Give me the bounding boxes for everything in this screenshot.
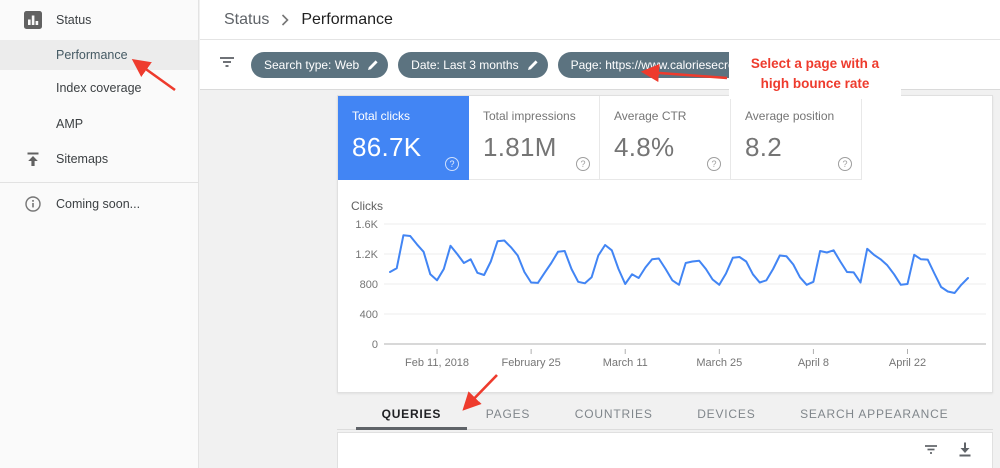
svg-text:April 8: April 8 bbox=[798, 357, 829, 369]
clicks-chart-svg: 0 400 800 1.2K 1.6K Clicks Feb 11, 2018 Februar… bbox=[338, 180, 992, 394]
filter-rows-icon[interactable] bbox=[922, 440, 940, 463]
svg-text:March 25: March 25 bbox=[696, 357, 742, 369]
download-icon[interactable] bbox=[956, 440, 974, 463]
tab-queries[interactable]: QUERIES bbox=[382, 398, 442, 429]
metric-tile-total-clicks[interactable]: Total clicks 86.7K bbox=[338, 96, 469, 180]
sidebar-item-index-coverage[interactable]: Index coverage bbox=[0, 70, 198, 106]
breadcrumb-status-link[interactable]: Status bbox=[224, 11, 269, 29]
metric-label: Total impressions bbox=[483, 109, 599, 123]
help-icon[interactable] bbox=[576, 157, 590, 171]
sidebar-item-label: Status bbox=[56, 13, 91, 27]
filter-list-icon[interactable] bbox=[217, 52, 237, 77]
edit-pencil-icon[interactable] bbox=[527, 59, 539, 71]
svg-text:April 22: April 22 bbox=[889, 357, 926, 369]
svg-text:800: 800 bbox=[360, 279, 378, 291]
svg-text:February 25: February 25 bbox=[501, 357, 560, 369]
help-icon[interactable] bbox=[707, 157, 721, 171]
chip-label: Search type: Web bbox=[264, 58, 359, 72]
metric-tiles: Total clicks 86.7K Total impressions 1.8… bbox=[338, 96, 992, 180]
tab-pages[interactable]: PAGES bbox=[486, 398, 530, 429]
annotation-note: Select a page with a high bounce rate bbox=[729, 50, 901, 99]
sidebar-item-label: Performance bbox=[56, 48, 128, 62]
content-area: Total clicks 86.7K Total impressions 1.8… bbox=[200, 91, 1000, 468]
sidebar-item-amp[interactable]: AMP bbox=[0, 106, 198, 142]
sidebar-item-label: Coming soon... bbox=[56, 197, 140, 211]
clicks-line-chart: 0 400 800 1.2K 1.6K Clicks Feb 11, 2018 Februar… bbox=[338, 180, 992, 394]
metric-label: Total clicks bbox=[352, 109, 468, 123]
svg-text:1.2K: 1.2K bbox=[355, 249, 378, 261]
svg-text:Feb 11, 2018: Feb 11, 2018 bbox=[405, 357, 469, 369]
chip-label: Date: Last 3 months bbox=[411, 58, 518, 72]
page-title: Performance bbox=[301, 11, 393, 29]
svg-text:1.6K: 1.6K bbox=[355, 219, 378, 231]
breadcrumb: Status Performance bbox=[200, 0, 1000, 40]
upload-icon bbox=[24, 150, 42, 168]
metric-tile-average-ctr[interactable]: Average CTR 4.8% bbox=[600, 96, 731, 180]
help-icon[interactable] bbox=[838, 157, 852, 171]
performance-chart-card: Total clicks 86.7K Total impressions 1.8… bbox=[337, 95, 993, 393]
sidebar-divider bbox=[0, 182, 198, 183]
annotation-line-1: Select a page with a bbox=[729, 54, 901, 74]
dimension-tabs: QUERIES PAGES COUNTRIES DEVICES SEARCH A… bbox=[337, 398, 993, 430]
edit-pencil-icon[interactable] bbox=[367, 59, 379, 71]
svg-text:Clicks: Clicks bbox=[351, 199, 383, 213]
metric-label: Average position bbox=[745, 109, 861, 123]
chip-search-type[interactable]: Search type: Web bbox=[251, 52, 388, 78]
sidebar: Status Performance Index coverage AMP Si… bbox=[0, 0, 199, 468]
sidebar-item-coming-soon[interactable]: Coming soon... bbox=[0, 184, 198, 224]
svg-text:400: 400 bbox=[360, 309, 378, 321]
tab-search-appearance[interactable]: SEARCH APPEARANCE bbox=[800, 398, 948, 429]
chevron-right-icon bbox=[281, 14, 289, 26]
svg-text:0: 0 bbox=[372, 339, 378, 351]
info-icon bbox=[24, 195, 42, 213]
search-console-window: Status Performance Index coverage AMP Si… bbox=[0, 0, 1000, 468]
tab-devices[interactable]: DEVICES bbox=[697, 398, 755, 429]
sidebar-item-label: AMP bbox=[56, 117, 83, 131]
metric-tile-total-impressions[interactable]: Total impressions 1.81M bbox=[469, 96, 600, 180]
sidebar-item-label: Sitemaps bbox=[56, 152, 108, 166]
sidebar-item-status[interactable]: Status bbox=[0, 0, 198, 40]
metric-tile-average-position[interactable]: Average position 8.2 bbox=[731, 96, 862, 180]
chip-label: Page: https://www.caloriesecrets... bbox=[571, 58, 754, 72]
chip-date-range[interactable]: Date: Last 3 months bbox=[398, 52, 547, 78]
sidebar-item-performance[interactable]: Performance bbox=[0, 40, 198, 70]
svg-text:March 11: March 11 bbox=[603, 357, 648, 369]
tab-countries[interactable]: COUNTRIES bbox=[575, 398, 653, 429]
help-icon[interactable] bbox=[445, 157, 459, 171]
queries-table-header bbox=[337, 432, 993, 468]
sidebar-item-label: Index coverage bbox=[56, 81, 141, 95]
metric-label: Average CTR bbox=[614, 109, 730, 123]
annotation-line-2: high bounce rate bbox=[729, 74, 901, 94]
sidebar-item-sitemaps[interactable]: Sitemaps bbox=[0, 142, 198, 176]
bar-chart-icon bbox=[24, 11, 42, 29]
